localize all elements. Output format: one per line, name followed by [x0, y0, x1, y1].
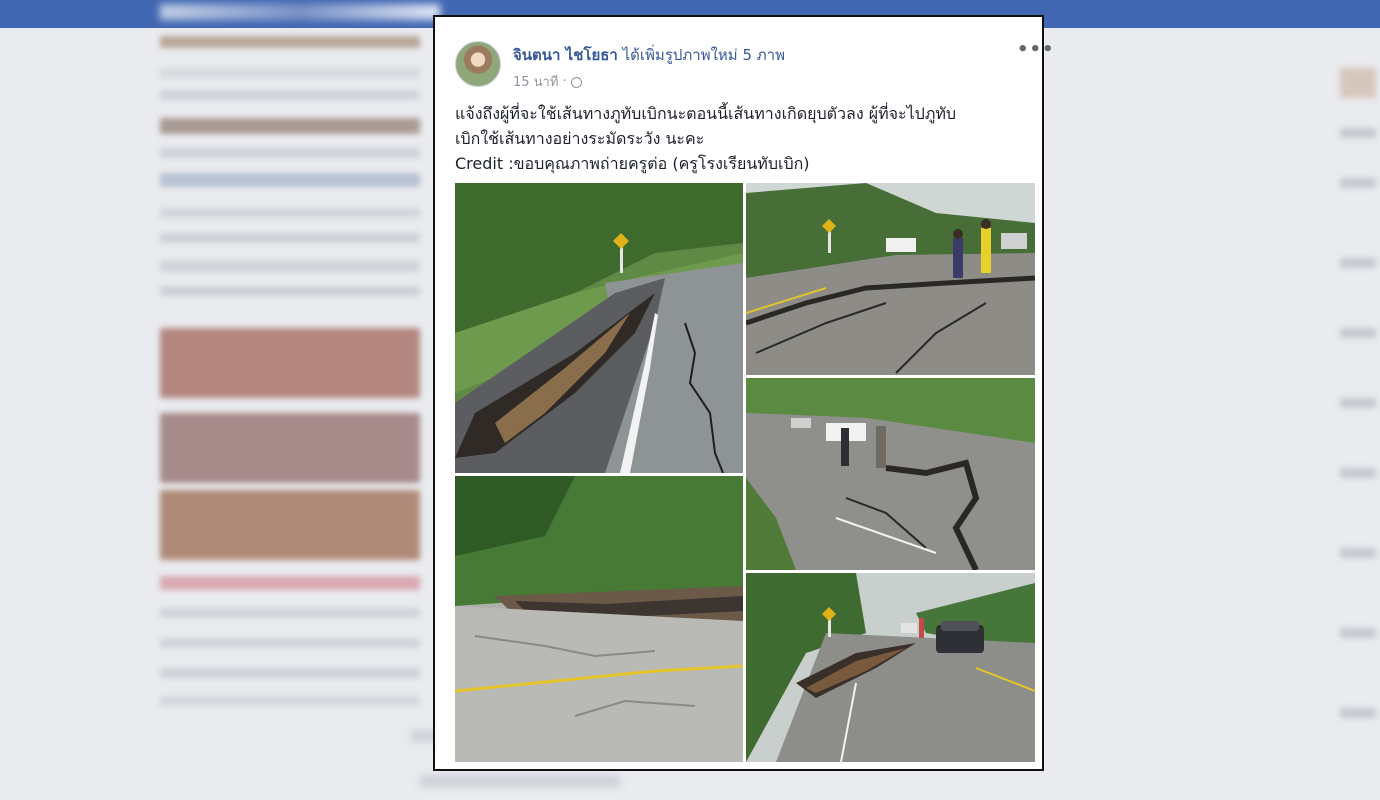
post-header: จินตนา ไชโยธา ได้เพิ่มรูปภาพใหม่ 5 ภาพ: [513, 43, 785, 67]
post-photo-4[interactable]: [455, 476, 743, 762]
blurred-right-column: [1330, 28, 1380, 800]
globe-icon: [570, 77, 582, 88]
post-text-line: เบิกใช้เส้นทางอย่างระมัดระวัง นะคะ: [455, 129, 705, 148]
post-text-line: Credit :ขอบคุณภาพถ่ายครูต่อ (ครูโรงเรียน…: [455, 154, 810, 173]
avatar[interactable]: [455, 41, 501, 87]
facebook-post-card: จินตนา ไชโยธา ได้เพิ่มรูปภาพใหม่ 5 ภาพ 1…: [433, 15, 1054, 771]
post-photo-3[interactable]: [746, 378, 1035, 570]
post-text: แจ้งถึงผู้ที่จะใช้เส้นทางภูทับเบิกนะตอนน…: [455, 101, 1035, 176]
author-name[interactable]: จินตนา ไชโยธา: [513, 46, 618, 64]
post-action-text: ได้เพิ่มรูปภาพใหม่ 5 ภาพ: [622, 46, 785, 64]
post-photo-2[interactable]: [746, 183, 1035, 375]
post-text-line: แจ้งถึงผู้ที่จะใช้เส้นทางภูทับเบิกนะตอนน…: [455, 104, 957, 123]
post-photo-5[interactable]: [746, 573, 1035, 762]
post-timestamp[interactable]: 15 นาที: [513, 71, 558, 92]
meta-separator: ·: [562, 74, 567, 89]
post-meta: 15 นาที ·: [513, 71, 582, 92]
post-photo-1[interactable]: [455, 183, 743, 473]
more-options-icon[interactable]: •••: [1017, 39, 1055, 60]
blurred-background-feed: [150, 28, 450, 800]
